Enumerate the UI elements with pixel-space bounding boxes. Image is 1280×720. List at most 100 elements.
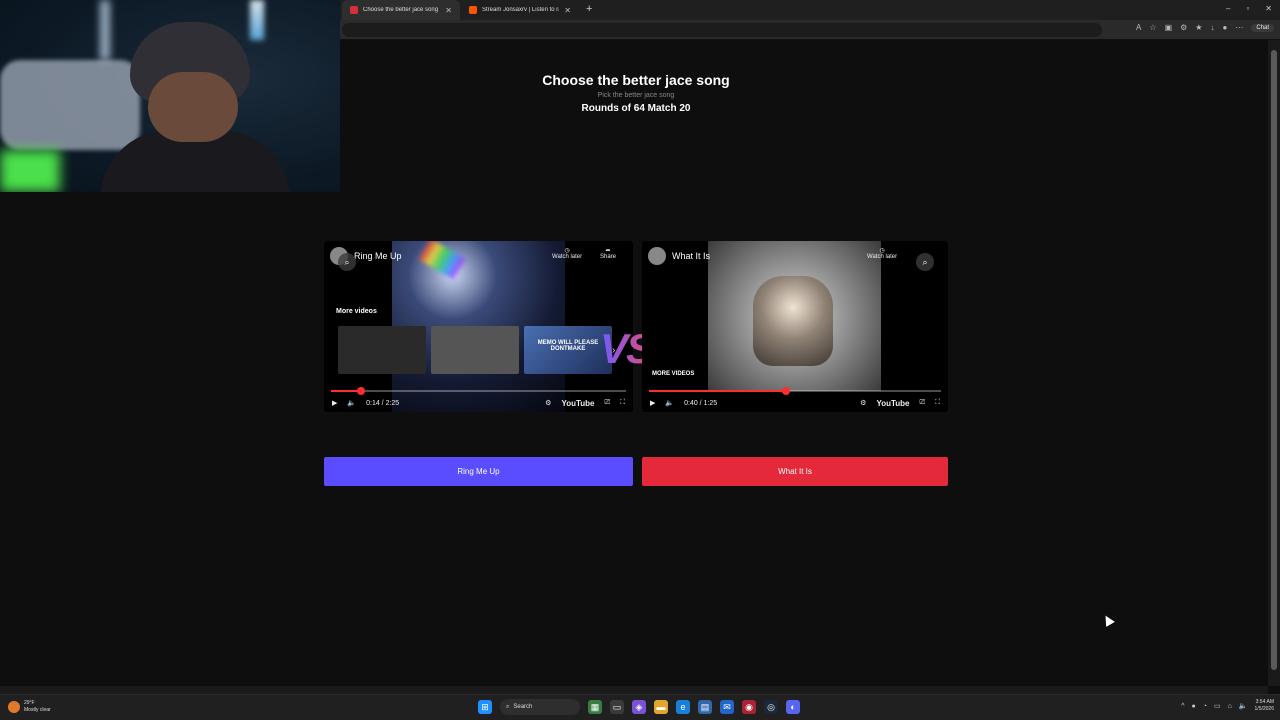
clock-icon: ◷ xyxy=(879,248,885,254)
mail-icon[interactable]: ✉ xyxy=(720,700,734,714)
video-title[interactable]: Ring Me Up xyxy=(354,251,402,261)
more-videos-label[interactable]: MORE VIDEOS xyxy=(652,371,694,377)
progress-bar[interactable] xyxy=(331,387,626,395)
weather-widget[interactable]: 29°F Mostly clear xyxy=(8,700,51,714)
fullscreen-icon[interactable]: ⛶ xyxy=(620,399,625,407)
system-tray: ^ ● ◔ ▭ ⌂ 🔈 3:54 AM 1/5/2026 xyxy=(1181,699,1274,713)
zoom-icon[interactable]: ⌕ xyxy=(338,253,356,271)
play-icon[interactable]: ▶ xyxy=(650,399,655,407)
fullscreen-icon[interactable]: ⛶ xyxy=(935,399,940,407)
close-tab-icon[interactable]: ✕ xyxy=(564,6,571,15)
discord-icon[interactable]: ◐ xyxy=(786,700,800,714)
play-icon[interactable]: ▶ xyxy=(332,399,337,407)
progress-scrubber[interactable] xyxy=(356,387,365,395)
left-video-player[interactable]: Ring Me Up ⌕ ◷ Watch later ➦ Share More … xyxy=(324,241,633,412)
settings-gear-icon[interactable]: ⚙ xyxy=(860,399,866,407)
display-icon[interactable]: ▭ xyxy=(1214,702,1221,710)
progress-scrubber[interactable] xyxy=(782,387,791,395)
copilot-chat-button[interactable]: Chat xyxy=(1251,23,1274,32)
clock-icon: ◷ xyxy=(564,248,570,254)
taskbar-search[interactable]: ⌕ Search xyxy=(500,699,580,715)
favorite-star-icon[interactable]: ☆ xyxy=(1149,23,1156,32)
cast-icon[interactable]: ⎚ xyxy=(604,399,610,407)
watch-later-button[interactable]: ◷ Watch later xyxy=(552,247,582,260)
clock-time: 3:54 AM xyxy=(1255,699,1274,705)
vote-what-it-is-button[interactable]: What It Is xyxy=(642,457,948,486)
video-channel-header: What It Is xyxy=(648,247,710,265)
new-tab-button[interactable]: + xyxy=(586,3,592,15)
weather-temp: 29°F xyxy=(24,700,35,706)
wifi-icon[interactable]: ◔ xyxy=(1203,703,1207,710)
time-display: 0:40 / 1:25 xyxy=(684,399,718,407)
windows-taskbar: 29°F Mostly clear ⊞ ⌕ Search ▦ ▭ ◈ ▬ e ▤… xyxy=(0,694,1280,720)
file-explorer-icon[interactable]: ▬ xyxy=(654,700,668,714)
clock-date: 1/5/2026 xyxy=(1254,706,1274,712)
cast-icon[interactable]: ⎚ xyxy=(919,399,925,407)
progress-fill xyxy=(649,390,787,392)
search-label: Search xyxy=(513,704,533,710)
watch-later-label: Watch later xyxy=(552,254,583,260)
volume-icon[interactable]: 🔈 xyxy=(665,399,674,407)
more-videos-label: More videos xyxy=(336,308,377,315)
vertical-scrollbar[interactable] xyxy=(1268,40,1280,686)
browser-toolbar: A ☆ ▣ ⚙ ★ ↓ ● ⋯ Chat xyxy=(1136,23,1274,32)
related-video-thumbnail[interactable] xyxy=(338,326,426,374)
settings-gear-icon[interactable]: ⚙ xyxy=(545,399,551,407)
favorites-icon[interactable]: ★ xyxy=(1195,23,1202,32)
downloads-icon[interactable]: ↓ xyxy=(1210,23,1214,32)
zoom-icon[interactable]: ⌕ xyxy=(916,253,934,271)
taskbar-apps: ⊞ ⌕ Search ▦ ▭ ◈ ▬ e ▤ ✉ ◉ ◎ ◐ xyxy=(478,699,800,715)
more-menu-icon[interactable]: ⋯ xyxy=(1235,23,1243,32)
vote-ring-me-up-button[interactable]: Ring Me Up xyxy=(324,457,633,486)
system-clock[interactable]: 3:54 AM 1/5/2026 xyxy=(1255,699,1274,713)
maximize-button[interactable]: ▫ xyxy=(1246,4,1249,13)
search-icon: ⌕ xyxy=(506,703,510,710)
horizontal-scrollbar[interactable] xyxy=(0,686,1268,694)
related-video-thumbnail[interactable]: MEMO WILL PLEASE DONTMAKE xyxy=(524,326,612,374)
share-button[interactable]: ➦ Share xyxy=(600,247,616,260)
obs-icon[interactable]: ◉ xyxy=(742,700,756,714)
scrollbar-thumb[interactable] xyxy=(1271,50,1277,670)
close-window-button[interactable]: ✕ xyxy=(1265,4,1272,13)
profile-avatar-icon[interactable]: ● xyxy=(1222,23,1227,32)
progress-bar[interactable] xyxy=(649,387,941,395)
more-videos-list: MEMO WILL PLEASE DONTMAKE xyxy=(338,326,612,374)
tab-stream-jonsaxrv[interactable]: Stream Jonsaxrv | Listen to rap pl ✕ xyxy=(461,0,579,20)
close-tab-icon[interactable]: ✕ xyxy=(445,6,452,15)
share-label: Share xyxy=(600,254,617,260)
right-video-player[interactable]: What It Is ◷ Watch later ⌕ MORE VIDEOS ▶… xyxy=(642,241,948,412)
soundcloud-favicon-icon xyxy=(469,6,477,14)
windows-start-icon[interactable]: ⊞ xyxy=(478,700,492,714)
player-controls: ▶ 🔈 0:40 / 1:25 ⚙ YouTube ⎚ ⛶ xyxy=(650,396,940,410)
split-screen-icon[interactable]: ▣ xyxy=(1165,23,1173,32)
time-display: 0:14 / 2:25 xyxy=(366,399,400,407)
read-aloud-icon[interactable]: A xyxy=(1136,23,1141,32)
related-video-thumbnail[interactable] xyxy=(431,326,519,374)
edge-browser-icon[interactable]: e xyxy=(676,700,690,714)
weather-text: 29°F Mostly clear xyxy=(24,700,51,714)
network-icon[interactable]: ⌂ xyxy=(1228,703,1232,710)
youtube-logo[interactable]: YouTube xyxy=(561,399,594,408)
tab-title: Stream Jonsaxrv | Listen to rap pl xyxy=(482,7,559,13)
task-view-icon[interactable]: ▭ xyxy=(610,700,624,714)
tab-choose-better-jace-song[interactable]: Choose the better jace song | ✕ xyxy=(342,0,460,20)
widgets-icon[interactable]: ▦ xyxy=(588,700,602,714)
youtube-logo[interactable]: YouTube xyxy=(876,399,909,408)
store-icon[interactable]: ▤ xyxy=(698,700,712,714)
site-favicon-icon xyxy=(350,6,358,14)
volume-icon[interactable]: 🔈 xyxy=(347,399,356,407)
url-input[interactable] xyxy=(342,23,1102,37)
channel-avatar[interactable] xyxy=(648,247,666,265)
extensions-icon[interactable]: ⚙ xyxy=(1180,23,1187,32)
weather-desc: Mostly clear xyxy=(24,707,51,713)
copilot-icon[interactable]: ◈ xyxy=(632,700,646,714)
tray-chevron-icon[interactable]: ^ xyxy=(1181,703,1184,710)
minimize-button[interactable]: – xyxy=(1226,4,1230,13)
volume-tray-icon[interactable]: 🔈 xyxy=(1239,702,1248,710)
tray-app-icon[interactable]: ● xyxy=(1191,703,1195,710)
share-icon: ➦ xyxy=(605,248,611,254)
video-thumbnail-art xyxy=(708,241,881,391)
video-title[interactable]: What It Is xyxy=(672,251,710,261)
watch-later-button[interactable]: ◷ Watch later xyxy=(867,247,897,260)
steam-icon[interactable]: ◎ xyxy=(764,700,778,714)
